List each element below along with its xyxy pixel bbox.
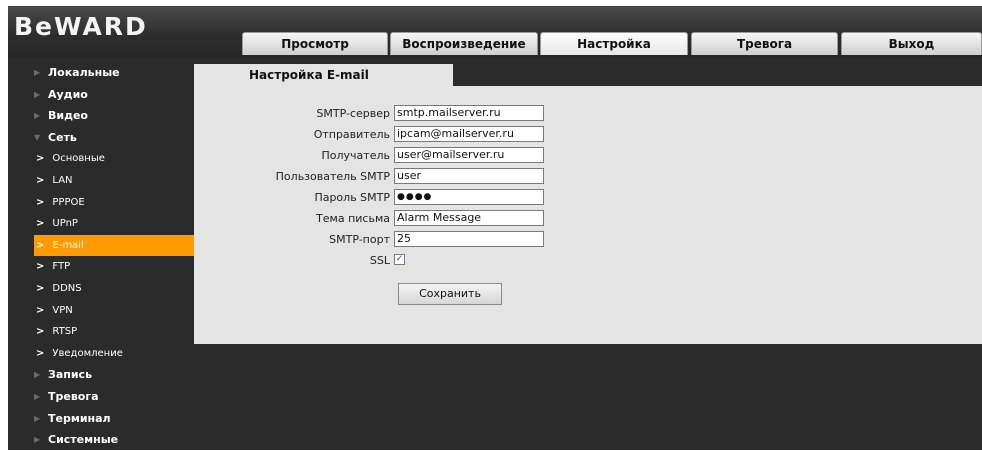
app-frame: BeWARD Просмотр Воспроизведение Настройк… xyxy=(8,6,982,450)
sidebar-item-label: E-mail xyxy=(52,239,84,251)
sidebar-item-alarm[interactable]: ▶ Тревога xyxy=(8,386,194,408)
sidebar-item-system[interactable]: ▶ Системные xyxy=(8,429,194,451)
form-row-ssl: SSL ✓ xyxy=(194,252,982,270)
collapsed-arrow-icon: ▶ xyxy=(34,435,41,445)
sidebar-item-audio[interactable]: ▶ Аудио xyxy=(8,84,194,106)
sidebar-item-basic[interactable]: > Основные xyxy=(8,148,194,170)
tab-exit[interactable]: Выход xyxy=(841,32,982,55)
sidebar-item-label: LAN xyxy=(52,174,73,186)
panel-title-tab: Настройка E-mail xyxy=(194,64,453,86)
collapsed-arrow-icon: ▶ xyxy=(34,68,41,77)
sidebar-item-email[interactable]: > E-mail xyxy=(34,234,194,257)
chevron-right-icon: > xyxy=(36,304,45,316)
sidebar-item-label: RTSP xyxy=(52,326,78,338)
save-button[interactable]: Сохранить xyxy=(398,283,502,305)
tab-view[interactable]: Просмотр xyxy=(242,32,388,55)
chevron-right-icon: > xyxy=(36,326,45,338)
subject-input[interactable]: Alarm Message xyxy=(394,210,544,226)
chevron-right-icon: > xyxy=(36,282,45,294)
sidebar-item-label: Терминал xyxy=(48,411,111,425)
sidebar-item-label: Аудио xyxy=(48,87,88,101)
email-settings-panel: Настройка E-mail SMTP-сервер smtp.mailse… xyxy=(194,64,982,344)
subject-label: Тема письма xyxy=(316,212,390,225)
sidebar-item-label: Видео xyxy=(48,109,88,123)
sidebar-item-label: Тревога xyxy=(48,389,99,403)
chevron-right-icon: > xyxy=(36,347,45,359)
chevron-right-icon: > xyxy=(36,261,45,273)
page-title: Настройка E-mail xyxy=(249,68,369,82)
smtp-port-label: SMTP-порт xyxy=(329,233,390,246)
sidebar-item-label: Локальные xyxy=(48,66,120,79)
sidebar-item-record[interactable]: ▶ Запись xyxy=(8,364,194,386)
sidebar-item-pppoe[interactable]: > PPPOE xyxy=(8,192,194,214)
sidebar-item-label: UPnP xyxy=(52,218,78,230)
sidebar-item-label: VPN xyxy=(52,304,73,316)
chevron-right-icon: > xyxy=(36,239,45,251)
sidebar-item-notification[interactable]: > Уведомление xyxy=(8,343,194,365)
sidebar-item-vpn[interactable]: > VPN xyxy=(8,300,194,322)
sidebar-item-network[interactable]: ▼ Сеть xyxy=(8,127,194,149)
tab-alarm[interactable]: Тревога xyxy=(691,32,838,55)
ssl-label: SSL xyxy=(369,254,390,267)
sender-input[interactable]: ipcam@mailserver.ru xyxy=(394,126,544,142)
sidebar-item-label: DDNS xyxy=(52,282,82,294)
sidebar-item-lan[interactable]: > LAN xyxy=(8,170,194,192)
sidebar-item-label: Сеть xyxy=(48,130,77,144)
sidebar-item-rtsp[interactable]: > RTSP xyxy=(8,321,194,343)
sidebar-item-video[interactable]: ▶ Видео xyxy=(8,105,194,127)
smtp-server-input[interactable]: smtp.mailserver.ru xyxy=(394,105,544,121)
chevron-right-icon: > xyxy=(36,218,45,230)
sidebar: ▶ Локальные ▶ Аудио ▶ Видео ▼ Сеть > Основные… xyxy=(8,62,194,451)
smtp-port-input[interactable]: 25 xyxy=(394,231,544,247)
sidebar-item-label: Основные xyxy=(52,153,105,165)
recipient-input[interactable]: user@mailserver.ru xyxy=(394,147,544,163)
smtp-server-label: SMTP-сервер xyxy=(316,107,390,120)
beward-logo: BeWARD xyxy=(14,12,148,41)
form-row-smtp-port: SMTP-порт 25 xyxy=(194,231,982,249)
collapsed-arrow-icon: ▶ xyxy=(34,370,41,380)
sidebar-item-local[interactable]: ▶ Локальные xyxy=(8,62,194,84)
header-bar: BeWARD Просмотр Воспроизведение Настройк… xyxy=(8,6,982,58)
smtp-user-label: Пользователь SMTP xyxy=(275,170,390,183)
collapsed-arrow-icon: ▶ xyxy=(34,391,41,401)
smtp-user-input[interactable]: user xyxy=(394,168,544,184)
tab-playback[interactable]: Воспроизведение xyxy=(390,32,538,55)
sidebar-item-ddns[interactable]: > DDNS xyxy=(8,278,194,300)
smtp-password-input[interactable]: ●●●● xyxy=(394,189,544,205)
sidebar-item-label: Системные xyxy=(48,433,119,447)
form-row-smtp-server: SMTP-сервер smtp.mailserver.ru xyxy=(194,105,982,123)
smtp-password-label: Пароль SMTP xyxy=(314,191,390,204)
ssl-checkbox[interactable]: ✓ xyxy=(394,254,405,265)
form-row-smtp-user: Пользователь SMTP user xyxy=(194,168,982,186)
sidebar-item-label: PPPOE xyxy=(52,196,85,208)
sidebar-item-ftp[interactable]: > FTP xyxy=(8,256,194,278)
sidebar-item-label: Уведомление xyxy=(52,347,123,359)
sender-label: Отправитель xyxy=(313,128,390,141)
panel-title-filler xyxy=(453,64,982,86)
chevron-right-icon: > xyxy=(36,174,45,186)
tab-settings[interactable]: Настройка xyxy=(540,32,688,55)
sidebar-item-upnp[interactable]: > UPnP xyxy=(8,213,194,235)
recipient-label: Получатель xyxy=(321,149,390,162)
sidebar-item-terminal[interactable]: ▶ Терминал xyxy=(8,408,194,430)
form-row-subject: Тема письма Alarm Message xyxy=(194,210,982,228)
collapsed-arrow-icon: ▶ xyxy=(34,89,41,99)
sidebar-item-label: Запись xyxy=(48,368,93,382)
chevron-right-icon: > xyxy=(36,196,45,208)
collapsed-arrow-icon: ▶ xyxy=(34,111,41,121)
form-row-recipient: Получатель user@mailserver.ru xyxy=(194,147,982,165)
form-row-sender: Отправитель ipcam@mailserver.ru xyxy=(194,126,982,144)
sidebar-item-label: FTP xyxy=(52,261,71,273)
expanded-arrow-icon: ▼ xyxy=(34,132,41,142)
form-row-smtp-password: Пароль SMTP ●●●● xyxy=(194,189,982,207)
collapsed-arrow-icon: ▶ xyxy=(34,413,41,423)
chevron-right-icon: > xyxy=(36,153,45,165)
